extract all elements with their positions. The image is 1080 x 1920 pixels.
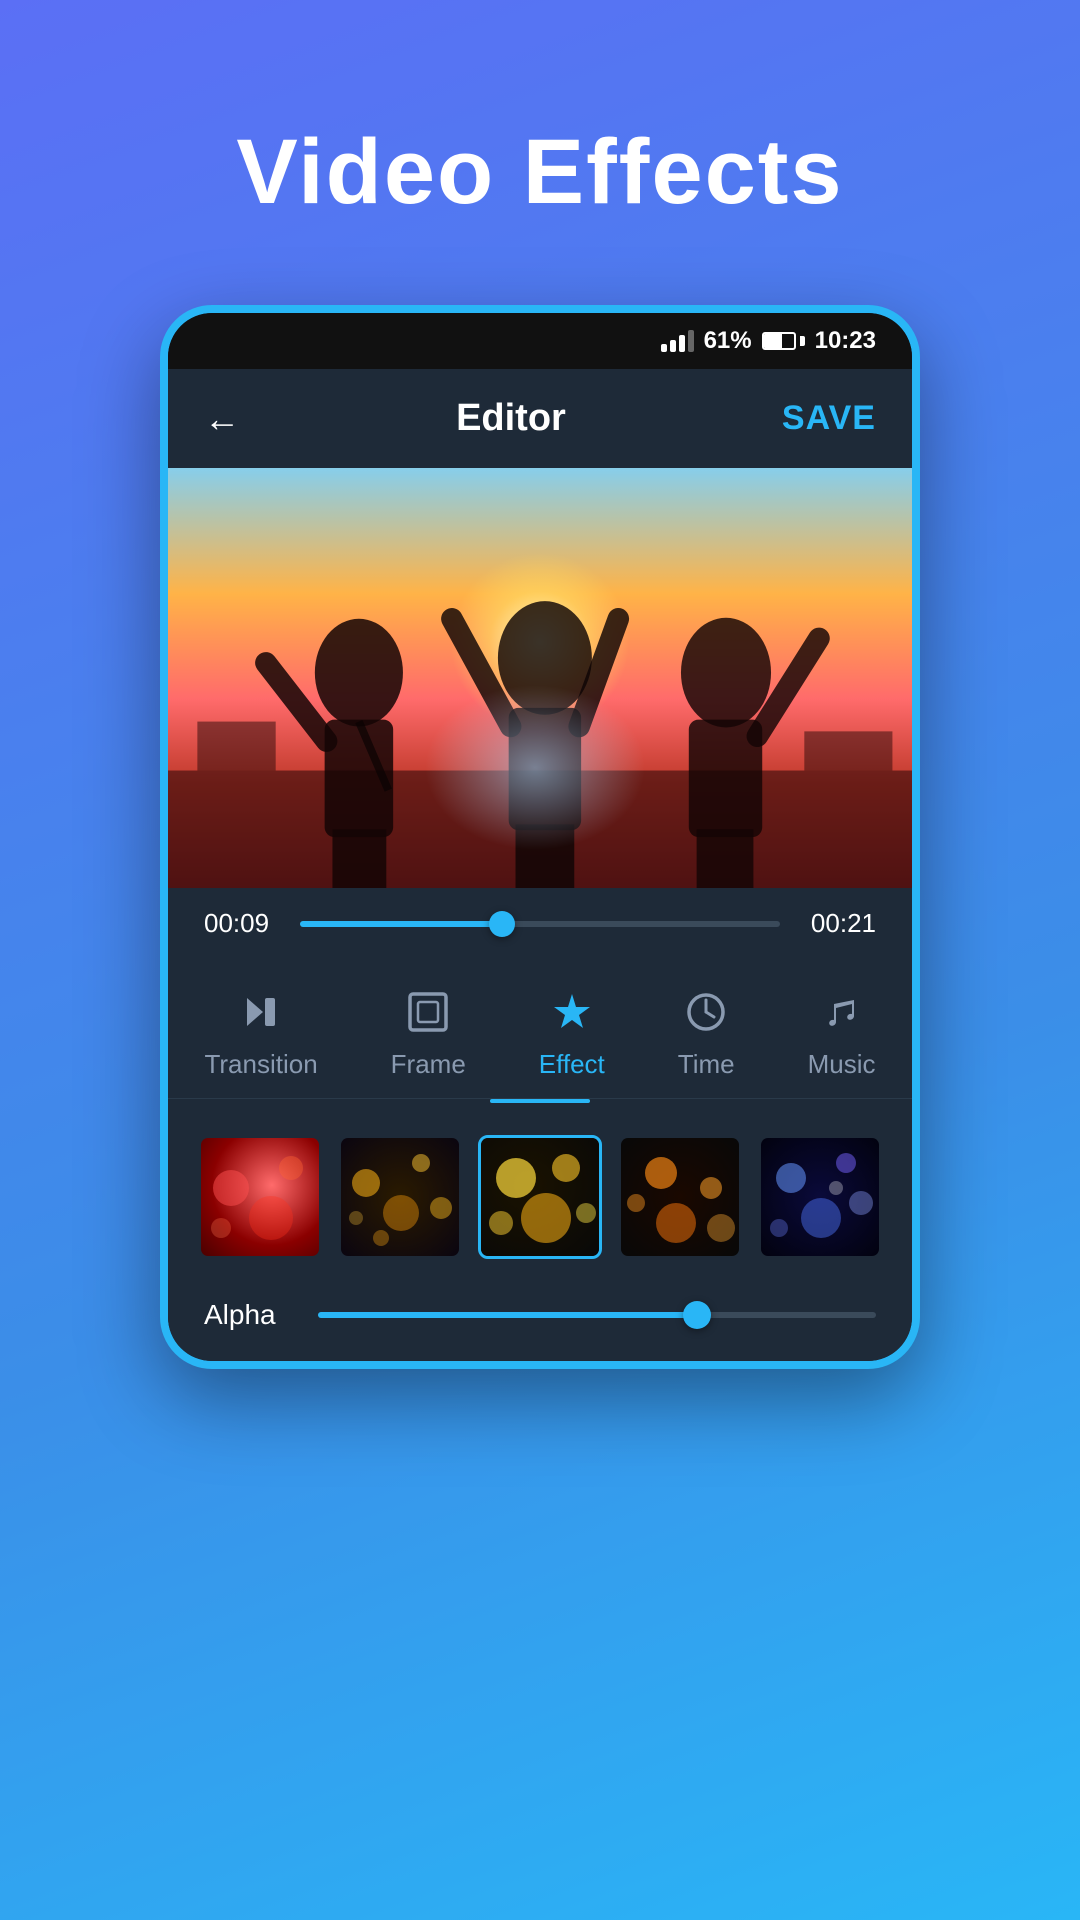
tab-transition[interactable]: Transition <box>184 975 337 1090</box>
effects-grid <box>192 1135 888 1259</box>
clock: 10:23 <box>815 327 876 355</box>
effect-item-5[interactable] <box>758 1135 882 1259</box>
transition-label: Transition <box>204 1049 317 1080</box>
music-label: Music <box>808 1049 876 1080</box>
indicator-effect <box>490 1099 590 1103</box>
timeline-progress <box>300 921 502 927</box>
indicator-transition <box>192 1099 292 1103</box>
tab-effect[interactable]: Effect <box>519 975 625 1090</box>
app-header: ← Editor SAVE <box>168 369 912 468</box>
editor-title: Editor <box>456 397 566 440</box>
timeline-track[interactable] <box>300 921 780 927</box>
time-start: 00:09 <box>204 908 284 939</box>
battery-percent: 61% <box>704 327 752 355</box>
frame-label: Frame <box>391 1049 466 1080</box>
indicator-frame <box>341 1099 441 1103</box>
status-icons: 61% 10:23 <box>661 327 876 355</box>
alpha-label: Alpha <box>204 1299 294 1331</box>
indicator-time <box>639 1099 739 1103</box>
status-bar: 61% 10:23 <box>168 313 912 369</box>
signal-icon <box>661 330 694 352</box>
effect-item-2[interactable] <box>338 1135 462 1259</box>
video-preview <box>168 468 912 888</box>
timeline-thumb[interactable] <box>489 911 515 937</box>
effect-item-4[interactable] <box>618 1135 742 1259</box>
phone-mockup: 61% 10:23 ← Editor SAVE <box>160 305 920 1369</box>
tab-music[interactable]: Music <box>788 975 896 1090</box>
alpha-section: Alpha <box>168 1279 912 1361</box>
tab-indicator-row <box>168 1099 912 1115</box>
frame-icon <box>401 985 455 1039</box>
save-button[interactable]: SAVE <box>782 399 876 438</box>
battery-icon <box>762 332 805 350</box>
page-title: Video Effects <box>236 120 843 225</box>
back-button[interactable]: ← <box>204 398 240 440</box>
time-icon <box>679 985 733 1039</box>
alpha-thumb[interactable] <box>683 1301 711 1329</box>
transition-icon <box>234 985 288 1039</box>
effect-item-3[interactable] <box>478 1135 602 1259</box>
alpha-fill <box>318 1312 697 1318</box>
time-label: Time <box>678 1049 735 1080</box>
time-end: 00:21 <box>796 908 876 939</box>
people-silhouettes <box>168 468 912 888</box>
indicator-music <box>788 1099 888 1103</box>
alpha-track[interactable] <box>318 1312 876 1318</box>
effect-icon <box>545 985 599 1039</box>
tool-tabs: Transition Frame Effect <box>168 959 912 1099</box>
effect-item-1[interactable] <box>198 1135 322 1259</box>
tab-time[interactable]: Time <box>658 975 755 1090</box>
effects-section <box>168 1115 912 1279</box>
tab-frame[interactable]: Frame <box>371 975 486 1090</box>
effect-label: Effect <box>539 1049 605 1080</box>
timeline-bar: 00:09 00:21 <box>168 888 912 959</box>
music-icon <box>815 985 869 1039</box>
